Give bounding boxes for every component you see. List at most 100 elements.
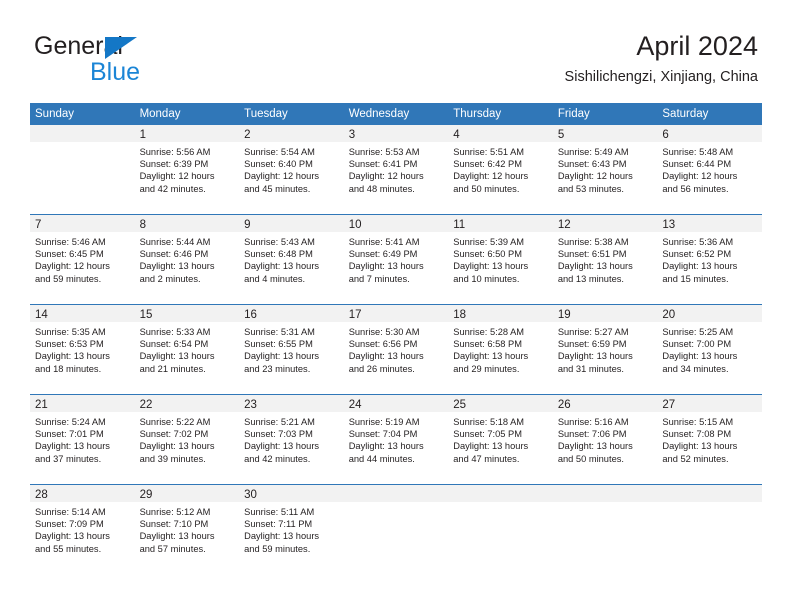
calendar-week-inner: 1 Sunrise: 5:56 AM Sunset: 6:39 PM Daylight… <box>30 125 762 214</box>
day-details <box>657 502 762 506</box>
day-detail-line: Daylight: 13 hours <box>453 261 529 272</box>
day-cell-7[interactable]: 7 Sunrise: 5:46 AM Sunset: 6:45 PM Daylight… <box>30 215 135 304</box>
day-details: Sunrise: 5:36 AM Sunset: 6:52 PM Daylight:… <box>657 232 762 285</box>
day-cell-28[interactable]: 28 Sunrise: 5:14 AM Sunset: 7:09 PM Dayligh… <box>30 485 135 579</box>
day-cell-empty <box>657 485 762 579</box>
day-cell-20[interactable]: 20 Sunrise: 5:25 AM Sunset: 7:00 PM Dayligh… <box>657 305 762 394</box>
day-detail-line: and 42 minutes. <box>244 453 311 464</box>
day-number: 9 <box>244 219 251 231</box>
day-detail-line: and 37 minutes. <box>35 453 102 464</box>
day-cell-23[interactable]: 23 Sunrise: 5:21 AM Sunset: 7:03 PM Dayligh… <box>239 395 344 484</box>
page-title: April 2024 <box>636 31 758 61</box>
calendar-week-row: 14 Sunrise: 5:35 AM Sunset: 6:53 PM Dayligh… <box>30 304 762 394</box>
day-number-band: 30 <box>239 485 344 502</box>
day-number-band: 16 <box>239 305 344 322</box>
day-cell-4[interactable]: 4 Sunrise: 5:51 AM Sunset: 6:42 PM Daylight… <box>448 125 553 214</box>
logo-text-blue: Blue <box>90 58 141 86</box>
day-cell-8[interactable]: 8 Sunrise: 5:44 AM Sunset: 6:46 PM Daylight… <box>134 215 240 304</box>
day-detail-line: and 59 minutes. <box>244 543 311 554</box>
day-detail-line: and 2 minutes. <box>139 273 201 284</box>
day-cell-21[interactable]: 21 Sunrise: 5:24 AM Sunset: 7:01 PM Dayligh… <box>30 395 135 484</box>
day-detail-line: Daylight: 12 hours <box>662 171 738 182</box>
day-number-band <box>30 125 135 142</box>
day-detail-line: Sunrise: 5:35 AM <box>35 327 106 337</box>
day-detail-line: Daylight: 12 hours <box>35 261 110 272</box>
day-detail-line: Daylight: 13 hours <box>453 441 529 452</box>
day-detail-line: Daylight: 13 hours <box>35 351 110 362</box>
day-number: 25 <box>453 399 467 411</box>
day-cell-1[interactable]: 1 Sunrise: 5:56 AM Sunset: 6:39 PM Daylight… <box>134 125 240 214</box>
day-detail-line: Sunset: 6:42 PM <box>453 159 522 170</box>
day-detail-line: Daylight: 13 hours <box>139 441 215 452</box>
day-detail-line: and 44 minutes. <box>348 453 415 464</box>
day-cell-12[interactable]: 12 Sunrise: 5:38 AM Sunset: 6:51 PM Dayligh… <box>552 215 658 304</box>
day-detail-line: Daylight: 13 hours <box>348 351 424 362</box>
day-number: 16 <box>244 309 257 321</box>
weekday-header-friday: Friday <box>557 108 590 120</box>
day-details: Sunrise: 5:24 AM Sunset: 7:01 PM Daylight:… <box>30 412 135 465</box>
day-detail-line: Daylight: 13 hours <box>557 261 633 272</box>
day-number-band <box>448 485 553 502</box>
day-detail-line: Sunrise: 5:22 AM <box>139 417 211 427</box>
day-cell-16[interactable]: 16 Sunrise: 5:31 AM Sunset: 6:55 PM Dayligh… <box>239 305 344 394</box>
day-number-band <box>657 485 762 502</box>
day-number-band: 14 <box>30 305 135 322</box>
day-detail-line: Sunrise: 5:19 AM <box>348 417 420 427</box>
day-number-band: 2 <box>239 125 344 142</box>
day-detail-line: Sunrise: 5:12 AM <box>139 507 211 517</box>
day-number: 1 <box>139 129 146 141</box>
day-details <box>344 502 449 506</box>
day-detail-line: Daylight: 13 hours <box>244 441 320 452</box>
day-detail-line: Daylight: 13 hours <box>662 441 738 452</box>
general-blue-logo[interactable]: General Blue <box>34 32 234 88</box>
day-cell-15[interactable]: 15 Sunrise: 5:33 AM Sunset: 6:54 PM Dayligh… <box>134 305 240 394</box>
day-cell-6[interactable]: 6 Sunrise: 5:48 AM Sunset: 6:44 PM Daylight… <box>657 125 762 214</box>
day-cell-30[interactable]: 30 Sunrise: 5:11 AM Sunset: 7:11 PM Dayligh… <box>239 485 344 579</box>
day-cell-3[interactable]: 3 Sunrise: 5:53 AM Sunset: 6:41 PM Daylight… <box>343 125 449 214</box>
day-detail-line: Sunset: 6:43 PM <box>557 159 627 170</box>
day-cell-2[interactable]: 2 Sunrise: 5:54 AM Sunset: 6:40 PM Daylight… <box>239 125 344 214</box>
day-cell-11[interactable]: 11 Sunrise: 5:39 AM Sunset: 6:50 PM Dayligh… <box>448 215 553 304</box>
weekday-header-row: Sunday Monday Tuesday Wednesday Thursday Frid… <box>30 103 762 125</box>
day-cell-10[interactable]: 10 Sunrise: 5:41 AM Sunset: 6:49 PM Dayligh… <box>343 215 449 304</box>
day-detail-line: Sunrise: 5:36 AM <box>662 237 734 247</box>
day-number-band: 28 <box>30 485 135 502</box>
day-detail-line: and 52 minutes. <box>662 453 729 464</box>
day-detail-line: Daylight: 13 hours <box>348 441 424 452</box>
day-detail-line: Sunrise: 5:16 AM <box>557 417 629 427</box>
day-detail-line: Sunset: 6:55 PM <box>244 339 313 350</box>
day-number-band <box>552 485 658 502</box>
day-cell-26[interactable]: 26 Sunrise: 5:16 AM Sunset: 7:06 PM Dayligh… <box>552 395 658 484</box>
day-number: 17 <box>348 309 362 321</box>
day-cell-22[interactable]: 22 Sunrise: 5:22 AM Sunset: 7:02 PM Dayligh… <box>134 395 240 484</box>
day-detail-line: Sunrise: 5:44 AM <box>139 237 211 247</box>
day-cell-29[interactable]: 29 Sunrise: 5:12 AM Sunset: 7:10 PM Dayligh… <box>134 485 240 579</box>
day-detail-line: Sunrise: 5:30 AM <box>348 327 420 337</box>
day-detail-line: Daylight: 13 hours <box>557 441 633 452</box>
day-detail-line: Daylight: 13 hours <box>35 441 110 452</box>
day-detail-line: Sunset: 7:01 PM <box>35 429 104 440</box>
day-cell-18[interactable]: 18 Sunrise: 5:28 AM Sunset: 6:58 PM Dayligh… <box>448 305 553 394</box>
day-cell-9[interactable]: 9 Sunrise: 5:43 AM Sunset: 6:48 PM Daylight… <box>239 215 344 304</box>
day-detail-line: Sunset: 6:54 PM <box>139 339 209 350</box>
calendar-week-inner: 14 Sunrise: 5:35 AM Sunset: 6:53 PM Dayligh… <box>30 305 762 394</box>
day-detail-line: Sunrise: 5:25 AM <box>662 327 734 337</box>
day-details: Sunrise: 5:12 AM Sunset: 7:10 PM Daylight:… <box>135 502 240 555</box>
day-cell-13[interactable]: 13 Sunrise: 5:36 AM Sunset: 6:52 PM Dayligh… <box>657 215 762 304</box>
day-cell-14[interactable]: 14 Sunrise: 5:35 AM Sunset: 6:53 PM Dayligh… <box>30 305 135 394</box>
day-detail-line: and 29 minutes. <box>453 363 520 374</box>
day-number: 30 <box>244 489 257 501</box>
day-cell-25[interactable]: 25 Sunrise: 5:18 AM Sunset: 7:05 PM Dayligh… <box>448 395 553 484</box>
day-cell-19[interactable]: 19 Sunrise: 5:27 AM Sunset: 6:59 PM Dayligh… <box>552 305 658 394</box>
day-detail-line: Daylight: 13 hours <box>557 351 633 362</box>
day-detail-line: Sunset: 7:10 PM <box>139 519 209 530</box>
day-details: Sunrise: 5:38 AM Sunset: 6:51 PM Daylight:… <box>553 232 658 285</box>
calendar-weeks: 1 Sunrise: 5:56 AM Sunset: 6:39 PM Daylight… <box>30 125 762 579</box>
title-block: April 2024 Sishilichengzi, Xinjiang, Chi… <box>565 30 758 87</box>
calendar-week-row: 28 Sunrise: 5:14 AM Sunset: 7:09 PM Dayligh… <box>30 484 762 579</box>
day-cell-5[interactable]: 5 Sunrise: 5:49 AM Sunset: 6:43 PM Daylight… <box>552 125 658 214</box>
day-cell-24[interactable]: 24 Sunrise: 5:19 AM Sunset: 7:04 PM Dayligh… <box>343 395 449 484</box>
day-cell-27[interactable]: 27 Sunrise: 5:15 AM Sunset: 7:08 PM Dayligh… <box>657 395 762 484</box>
day-number: 4 <box>453 129 460 141</box>
day-cell-17[interactable]: 17 Sunrise: 5:30 AM Sunset: 6:56 PM Dayligh… <box>343 305 449 394</box>
